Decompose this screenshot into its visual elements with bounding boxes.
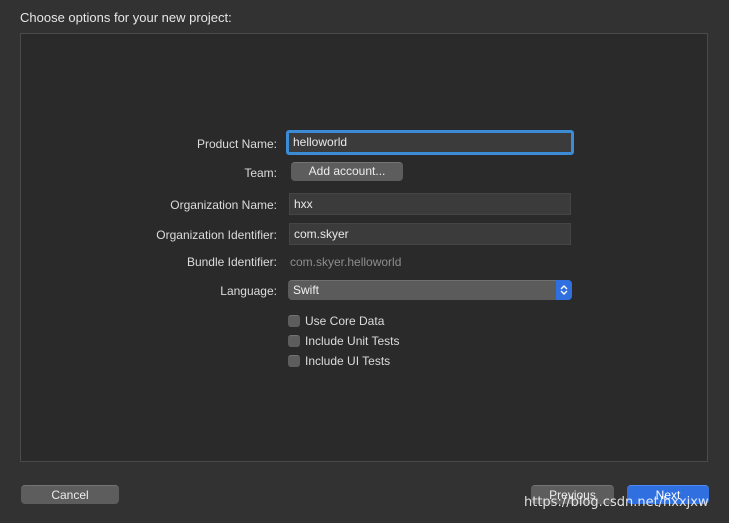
- organization-name-input[interactable]: hxx: [289, 193, 571, 215]
- dialog-title: Choose options for your new project:: [20, 10, 232, 25]
- product-name-label: Product Name:: [196, 137, 277, 151]
- use-core-data-checkbox[interactable]: Use Core Data: [288, 313, 384, 329]
- cancel-button[interactable]: Cancel: [21, 485, 119, 504]
- product-name-row: Product Name: helloworld: [21, 130, 707, 156]
- organization-identifier-input[interactable]: com.skyer: [289, 223, 571, 245]
- organization-identifier-row: Organization Identifier: com.skyer: [21, 223, 707, 247]
- language-selected-value: Swift: [293, 283, 320, 297]
- watermark-text: https://blog.csdn.net/hxxjxw: [524, 495, 709, 510]
- chevron-up-down-icon-svg: [560, 285, 568, 295]
- include-ui-tests-label: Include UI Tests: [305, 354, 391, 368]
- bundle-identifier-row: Bundle Identifier: com.skyer.helloworld: [21, 250, 707, 274]
- language-label: Language:: [220, 284, 277, 298]
- bundle-identifier-value: com.skyer.helloworld: [290, 255, 402, 269]
- organization-identifier-label: Organization Identifier:: [156, 228, 277, 242]
- product-name-input[interactable]: helloworld: [286, 130, 574, 155]
- use-core-data-label: Use Core Data: [305, 314, 385, 328]
- checkbox-box[interactable]: [288, 354, 300, 367]
- include-unit-tests-label: Include Unit Tests: [305, 334, 400, 348]
- organization-name-label: Organization Name:: [170, 198, 277, 212]
- language-select[interactable]: Swift: [288, 280, 572, 300]
- chevron-up-down-icon: [556, 280, 572, 300]
- options-panel: Product Name: helloworld Team: Add accou…: [20, 33, 708, 462]
- include-unit-tests-checkbox[interactable]: Include Unit Tests: [288, 333, 400, 349]
- team-label: Team:: [244, 166, 277, 180]
- add-account-button[interactable]: Add account...: [291, 162, 403, 181]
- checkbox-box[interactable]: [288, 334, 300, 347]
- team-row: Team: Add account...: [21, 161, 707, 185]
- organization-name-row: Organization Name: hxx: [21, 193, 707, 217]
- include-ui-tests-checkbox[interactable]: Include UI Tests: [288, 353, 390, 369]
- checkbox-box[interactable]: [288, 314, 300, 327]
- bundle-identifier-label: Bundle Identifier:: [186, 255, 277, 269]
- language-row: Language: Swift: [21, 279, 707, 303]
